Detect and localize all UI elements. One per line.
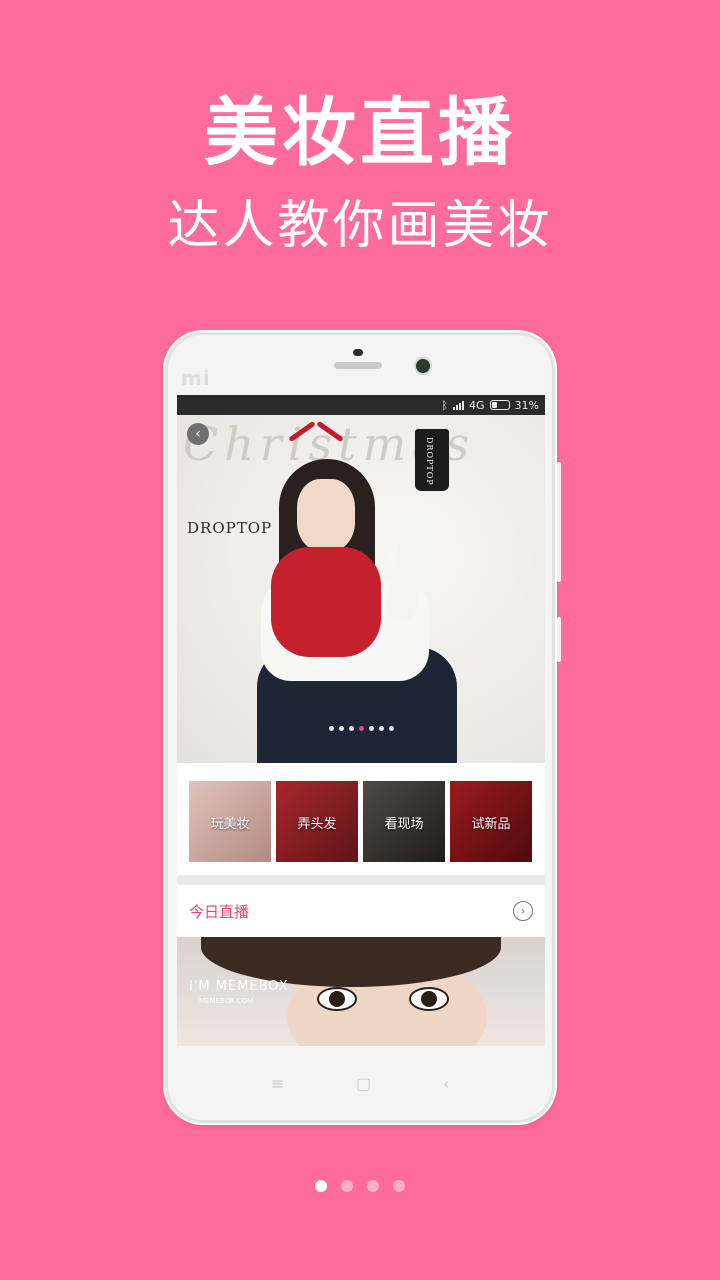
subheadline: 达人教你画美妆 xyxy=(167,196,553,256)
pager-dot[interactable] xyxy=(341,1180,353,1192)
banner-dot[interactable] xyxy=(338,726,344,731)
hero-banner[interactable]: Christmas DROPTOP DROPTOP ‹ xyxy=(177,415,545,763)
hardware-nav-keys: ≡ ▢ ‹ xyxy=(165,1074,555,1093)
volume-button xyxy=(557,462,561,582)
banner-dot-active[interactable] xyxy=(358,726,364,731)
earpiece-speaker xyxy=(334,362,382,369)
eye-graphic xyxy=(409,987,449,1011)
today-live-label: 今日直播 xyxy=(189,902,250,921)
back-key-icon[interactable]: ‹ xyxy=(443,1074,449,1093)
category-hair[interactable]: 弄头发 xyxy=(276,781,358,862)
banner-dot[interactable] xyxy=(388,726,394,731)
back-button[interactable]: ‹ xyxy=(187,423,209,445)
signal-icon xyxy=(453,400,465,410)
banner-brand-text: DROPTOP xyxy=(187,519,273,537)
phone-screen: ᛒ 4G 31% Christmas DROPTOP DROPTOP ‹ 玩美妆… xyxy=(177,395,545,1046)
category-live-scene[interactable]: 看现场 xyxy=(363,781,445,862)
live-card-image[interactable]: I'M MEMEBOX MEMEBOX.COM xyxy=(177,937,545,1046)
bluetooth-icon: ᛒ xyxy=(441,398,449,412)
headline: 美妆直播 xyxy=(204,90,516,176)
brand-logo: mi xyxy=(181,366,211,390)
section-divider xyxy=(177,875,545,885)
banner-dot[interactable] xyxy=(328,726,334,731)
status-bar: ᛒ 4G 31% xyxy=(177,395,545,415)
eye-graphic xyxy=(317,987,357,1011)
category-new-products[interactable]: 试新品 xyxy=(450,781,532,862)
pager-dot-active[interactable] xyxy=(315,1180,327,1192)
sensor-icon xyxy=(353,349,363,356)
banner-pager xyxy=(177,726,545,731)
live-card-brand-url: MEMEBOX.COM xyxy=(199,997,254,1005)
chevron-right-icon[interactable]: › xyxy=(513,901,533,921)
onboarding-pager xyxy=(0,1180,720,1192)
today-live-header[interactable]: 今日直播 › xyxy=(177,885,545,937)
battery-level: 31% xyxy=(514,398,539,412)
pager-dot[interactable] xyxy=(367,1180,379,1192)
power-button xyxy=(557,617,561,662)
category-label: 试新品 xyxy=(471,817,511,832)
phone-mockup: mi ᛒ 4G 31% Christmas DROPTOP DROPTOP ‹ … xyxy=(163,330,561,1125)
cup-label: DROPTOP xyxy=(425,437,434,486)
coffee-cup-image: DROPTOP xyxy=(415,429,449,491)
home-key-icon[interactable]: ▢ xyxy=(356,1074,371,1093)
live-card-brand: I'M MEMEBOX xyxy=(189,979,289,994)
front-camera-icon xyxy=(414,357,432,375)
banner-dot[interactable] xyxy=(348,726,354,731)
banner-dot[interactable] xyxy=(368,726,374,731)
banner-dot[interactable] xyxy=(378,726,384,731)
battery-icon xyxy=(489,400,510,410)
menu-key-icon[interactable]: ≡ xyxy=(271,1074,284,1093)
category-label: 看现场 xyxy=(384,817,424,832)
category-makeup[interactable]: 玩美妆 xyxy=(189,781,271,862)
category-label: 玩美妆 xyxy=(210,817,250,832)
banner-model-image xyxy=(257,451,467,763)
chevron-left-icon: ‹ xyxy=(195,426,201,442)
pager-dot[interactable] xyxy=(393,1180,405,1192)
category-row: 玩美妆 弄头发 看现场 试新品 xyxy=(177,763,545,875)
category-label: 弄头发 xyxy=(297,817,337,832)
network-type: 4G xyxy=(469,398,485,412)
